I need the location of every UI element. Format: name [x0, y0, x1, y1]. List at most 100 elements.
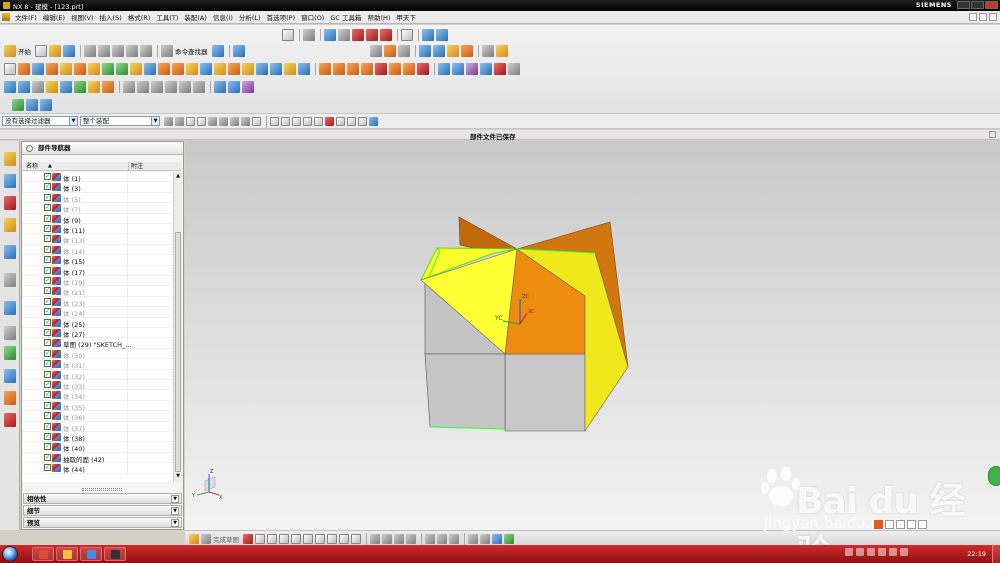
visibility-checkbox[interactable]: ✓	[44, 287, 51, 295]
copy-icon[interactable]	[98, 45, 110, 57]
tree-row[interactable]: ✓ 体 (7)	[23, 203, 173, 214]
auto-constrain-icon[interactable]	[492, 534, 502, 544]
tree-row[interactable]: ✓ 体 (1)	[23, 172, 173, 183]
visibility-checkbox[interactable]: ✓	[44, 401, 51, 409]
menu-tools[interactable]: 工具(T)	[153, 12, 181, 22]
tree-row[interactable]: ✓ 体 (24)	[23, 307, 173, 318]
tree-row[interactable]: ✓ 体 (36)	[23, 411, 173, 422]
tree-row[interactable]: ✓ 体 (38)	[23, 432, 173, 443]
network-icon[interactable]	[878, 548, 886, 556]
render-style-icon[interactable]	[352, 29, 364, 41]
chamfer-sketch-icon[interactable]	[303, 534, 313, 544]
tree-row[interactable]: ✓ 体 (11)	[23, 224, 173, 235]
tree-row[interactable]: ✓ 体 (21)	[23, 286, 173, 297]
point-icon[interactable]	[433, 45, 445, 57]
ime-chinese-icon[interactable]	[885, 520, 894, 529]
taskbar-app-1[interactable]	[32, 547, 54, 561]
tree-row[interactable]: ✓ 体 (32)	[23, 369, 173, 381]
fit-view-icon[interactable]	[282, 29, 294, 41]
command-finder-icon[interactable]	[161, 45, 173, 57]
display-icon[interactable]	[370, 45, 382, 57]
tray-icon[interactable]	[856, 548, 864, 556]
rectangle-icon[interactable]	[315, 534, 325, 544]
hd3d-tools-tab-icon[interactable]	[4, 245, 16, 259]
snap-toggle-icon[interactable]	[369, 117, 378, 126]
save-as-icon[interactable]	[211, 45, 224, 57]
tree-row[interactable]: ✓ 体 (15)	[23, 255, 173, 266]
shell-icon[interactable]	[256, 63, 268, 75]
menu-preferences[interactable]: 首选项(P)	[264, 12, 299, 22]
background-icon[interactable]	[401, 29, 413, 41]
pin-icon[interactable]	[26, 145, 33, 152]
move-to-layer-icon[interactable]	[436, 29, 448, 41]
revolve-icon[interactable]	[32, 63, 44, 75]
chevron-down-icon[interactable]: ▼	[171, 507, 179, 515]
quick-trim-icon[interactable]	[425, 534, 435, 544]
roles-tab-icon[interactable]	[4, 391, 16, 405]
tree-row[interactable]: ✓ 体 (13)	[23, 234, 173, 245]
shaded-with-edges-icon[interactable]	[366, 29, 378, 41]
visibility-checkbox[interactable]: ✓	[44, 183, 51, 191]
close-button[interactable]	[985, 1, 998, 9]
tangent-curve-icon[interactable]	[230, 117, 239, 126]
quick-extend-icon[interactable]	[437, 534, 447, 544]
process-studio-tab-icon[interactable]	[4, 346, 16, 360]
tree-row[interactable]: ✓ 抽取的面 (42)	[23, 452, 173, 464]
through-curve-mesh-icon[interactable]	[18, 81, 30, 93]
point-on-surface-icon[interactable]	[358, 117, 367, 126]
menu-assembly[interactable]: 装配(A)	[181, 12, 210, 22]
tree-row[interactable]: ✓ 体 (25)	[23, 317, 173, 329]
ime-punctuation-icon[interactable]	[896, 520, 905, 529]
reuse-library-tab-icon[interactable]	[4, 218, 16, 232]
dimension-icon[interactable]	[468, 534, 478, 544]
ime-keyboard-icon[interactable]	[907, 520, 916, 529]
intersection-curve-icon[interactable]	[406, 534, 416, 544]
save-icon[interactable]	[63, 45, 75, 57]
delete-face-icon[interactable]	[480, 63, 492, 75]
datum-plane-icon[interactable]	[447, 45, 459, 57]
back-left-face[interactable]	[458, 216, 518, 254]
part-navigator-tab-icon[interactable]	[4, 196, 16, 210]
details-panel[interactable]: 细节 ▼	[23, 505, 182, 516]
curve-project-icon[interactable]	[179, 81, 191, 93]
select-all-icon[interactable]	[186, 117, 195, 126]
column-comment[interactable]: 附注	[128, 162, 143, 171]
boss-icon[interactable]	[116, 63, 128, 75]
tree-row[interactable]: ✓ 体 (44)	[23, 463, 173, 474]
finish-sketch-button[interactable]: 完成草图	[213, 534, 239, 544]
fillet-icon[interactable]	[291, 534, 301, 544]
volume-icon[interactable]	[889, 548, 897, 556]
slot-icon[interactable]	[172, 63, 184, 75]
system-scenes-tab-icon[interactable]	[4, 413, 16, 427]
snap-icon[interactable]	[419, 45, 431, 57]
intersection-point-icon[interactable]	[314, 117, 323, 126]
tree-row[interactable]: ✓ 体 (9)	[23, 213, 173, 225]
visibility-checkbox[interactable]: ✓	[44, 245, 51, 253]
n-sided-surface-icon[interactable]	[60, 81, 72, 93]
edge-blend-icon[interactable]	[228, 63, 240, 75]
visibility-checkbox[interactable]: ✓	[44, 318, 51, 326]
offset-curve-icon[interactable]	[370, 534, 380, 544]
sketch-task-icon[interactable]	[189, 534, 199, 544]
curve-spline-icon[interactable]	[151, 81, 163, 93]
sphere-icon[interactable]	[88, 63, 100, 75]
synchronous-icon[interactable]	[214, 81, 226, 93]
pad-icon[interactable]	[144, 63, 156, 75]
minimize-button[interactable]	[957, 1, 970, 9]
taskbar-browser[interactable]	[80, 547, 102, 561]
subtract-icon[interactable]	[200, 63, 212, 75]
visibility-checkbox[interactable]: ✓	[44, 370, 51, 378]
orient-view-icon[interactable]	[324, 29, 336, 41]
thicken-icon[interactable]	[389, 63, 401, 75]
draft-icon[interactable]	[270, 63, 282, 75]
visibility-checkbox[interactable]: ✓	[44, 412, 51, 420]
cylinder-icon[interactable]	[60, 63, 72, 75]
finish-sketch-icon[interactable]	[201, 534, 211, 544]
visibility-checkbox[interactable]: ✓	[44, 422, 51, 430]
visibility-checkbox[interactable]: ✓	[44, 308, 51, 316]
visibility-checkbox[interactable]: ✓	[44, 433, 51, 440]
visibility-checkbox[interactable]: ✓	[44, 173, 51, 180]
column-name[interactable]: 名称	[26, 162, 38, 171]
options-icon[interactable]	[232, 45, 245, 57]
tree-row[interactable]: ✓ 体 (27)	[23, 328, 173, 339]
